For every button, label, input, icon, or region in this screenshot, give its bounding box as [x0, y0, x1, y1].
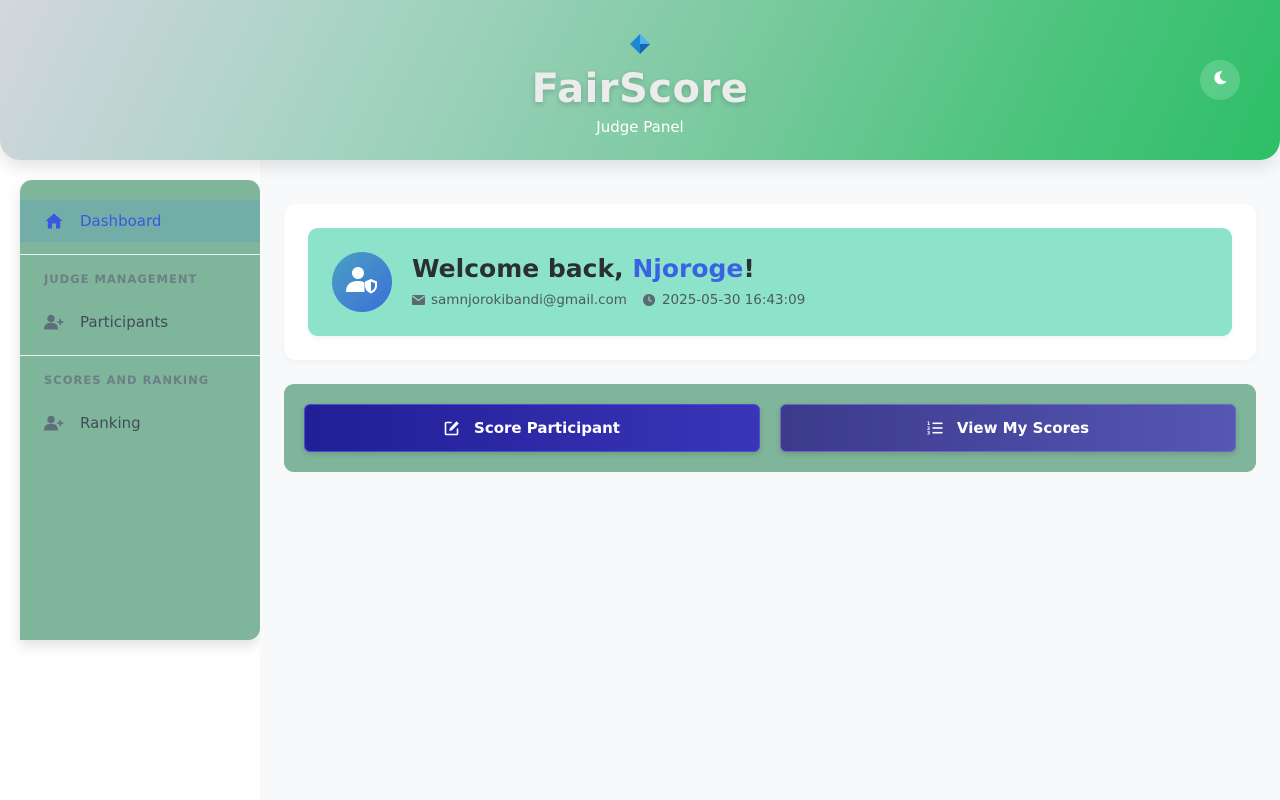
score-participant-label: Score Participant	[474, 419, 620, 437]
welcome-suffix: !	[743, 254, 755, 283]
view-my-scores-button[interactable]: 1 3 2 View My Scores	[780, 404, 1236, 452]
welcome-heading: Welcome back, Njoroge!	[412, 254, 755, 283]
sidebar-item-label: Ranking	[80, 414, 141, 432]
list-ordered-icon: 1 3 2	[927, 419, 945, 437]
edit-icon	[444, 419, 462, 437]
avatar	[332, 252, 392, 312]
user-name: Njoroge	[632, 254, 744, 283]
moon-icon	[1212, 70, 1228, 90]
svg-text:2: 2	[927, 426, 930, 432]
user-meta: samnjorokibandi@gmail.com 2025-05-30 16:…	[412, 292, 805, 308]
envelope-icon	[412, 294, 425, 307]
app-subtitle: Judge Panel	[596, 118, 684, 136]
sidebar-item-participants[interactable]: Participants	[20, 301, 260, 343]
current-timestamp: 2025-05-30 16:43:09	[661, 292, 806, 308]
sidebar-section-title: JUDGE MANAGEMENT	[44, 272, 198, 286]
sidebar-item-dashboard[interactable]: Dashboard	[20, 200, 260, 242]
score-participant-button[interactable]: Score Participant	[304, 404, 760, 452]
view-my-scores-label: View My Scores	[956, 419, 1090, 437]
welcome-card: Welcome back, Njoroge! samnjorokibandi@g…	[284, 204, 1256, 360]
welcome-greeting: Welcome back,	[412, 254, 633, 283]
home-icon	[44, 211, 64, 231]
sidebar-item-label: Dashboard	[80, 212, 162, 230]
sidebar-item-ranking[interactable]: Ranking	[20, 402, 260, 444]
sidebar-divider	[20, 355, 260, 356]
sidebar-divider	[20, 254, 260, 255]
diamond-icon	[629, 33, 651, 55]
sidebar: Dashboard JUDGE MANAGEMENT Participants …	[20, 180, 260, 640]
welcome-banner: Welcome back, Njoroge! samnjorokibandi@g…	[308, 228, 1232, 336]
user-email: samnjorokibandi@gmail.com	[431, 292, 627, 308]
action-panel: Score Participant 1 3 2 View My Scores	[284, 384, 1256, 472]
app-header: FairScore Judge Panel	[0, 0, 1280, 160]
user-shield-icon	[346, 266, 378, 298]
user-plus-icon	[44, 312, 64, 332]
app-title: FairScore	[531, 66, 749, 112]
theme-toggle-button[interactable]	[1200, 60, 1240, 100]
clock-icon	[642, 294, 656, 307]
sidebar-section-title: SCORES AND RANKING	[44, 373, 210, 387]
user-plus-icon	[44, 413, 64, 433]
sidebar-item-label: Participants	[80, 313, 169, 331]
